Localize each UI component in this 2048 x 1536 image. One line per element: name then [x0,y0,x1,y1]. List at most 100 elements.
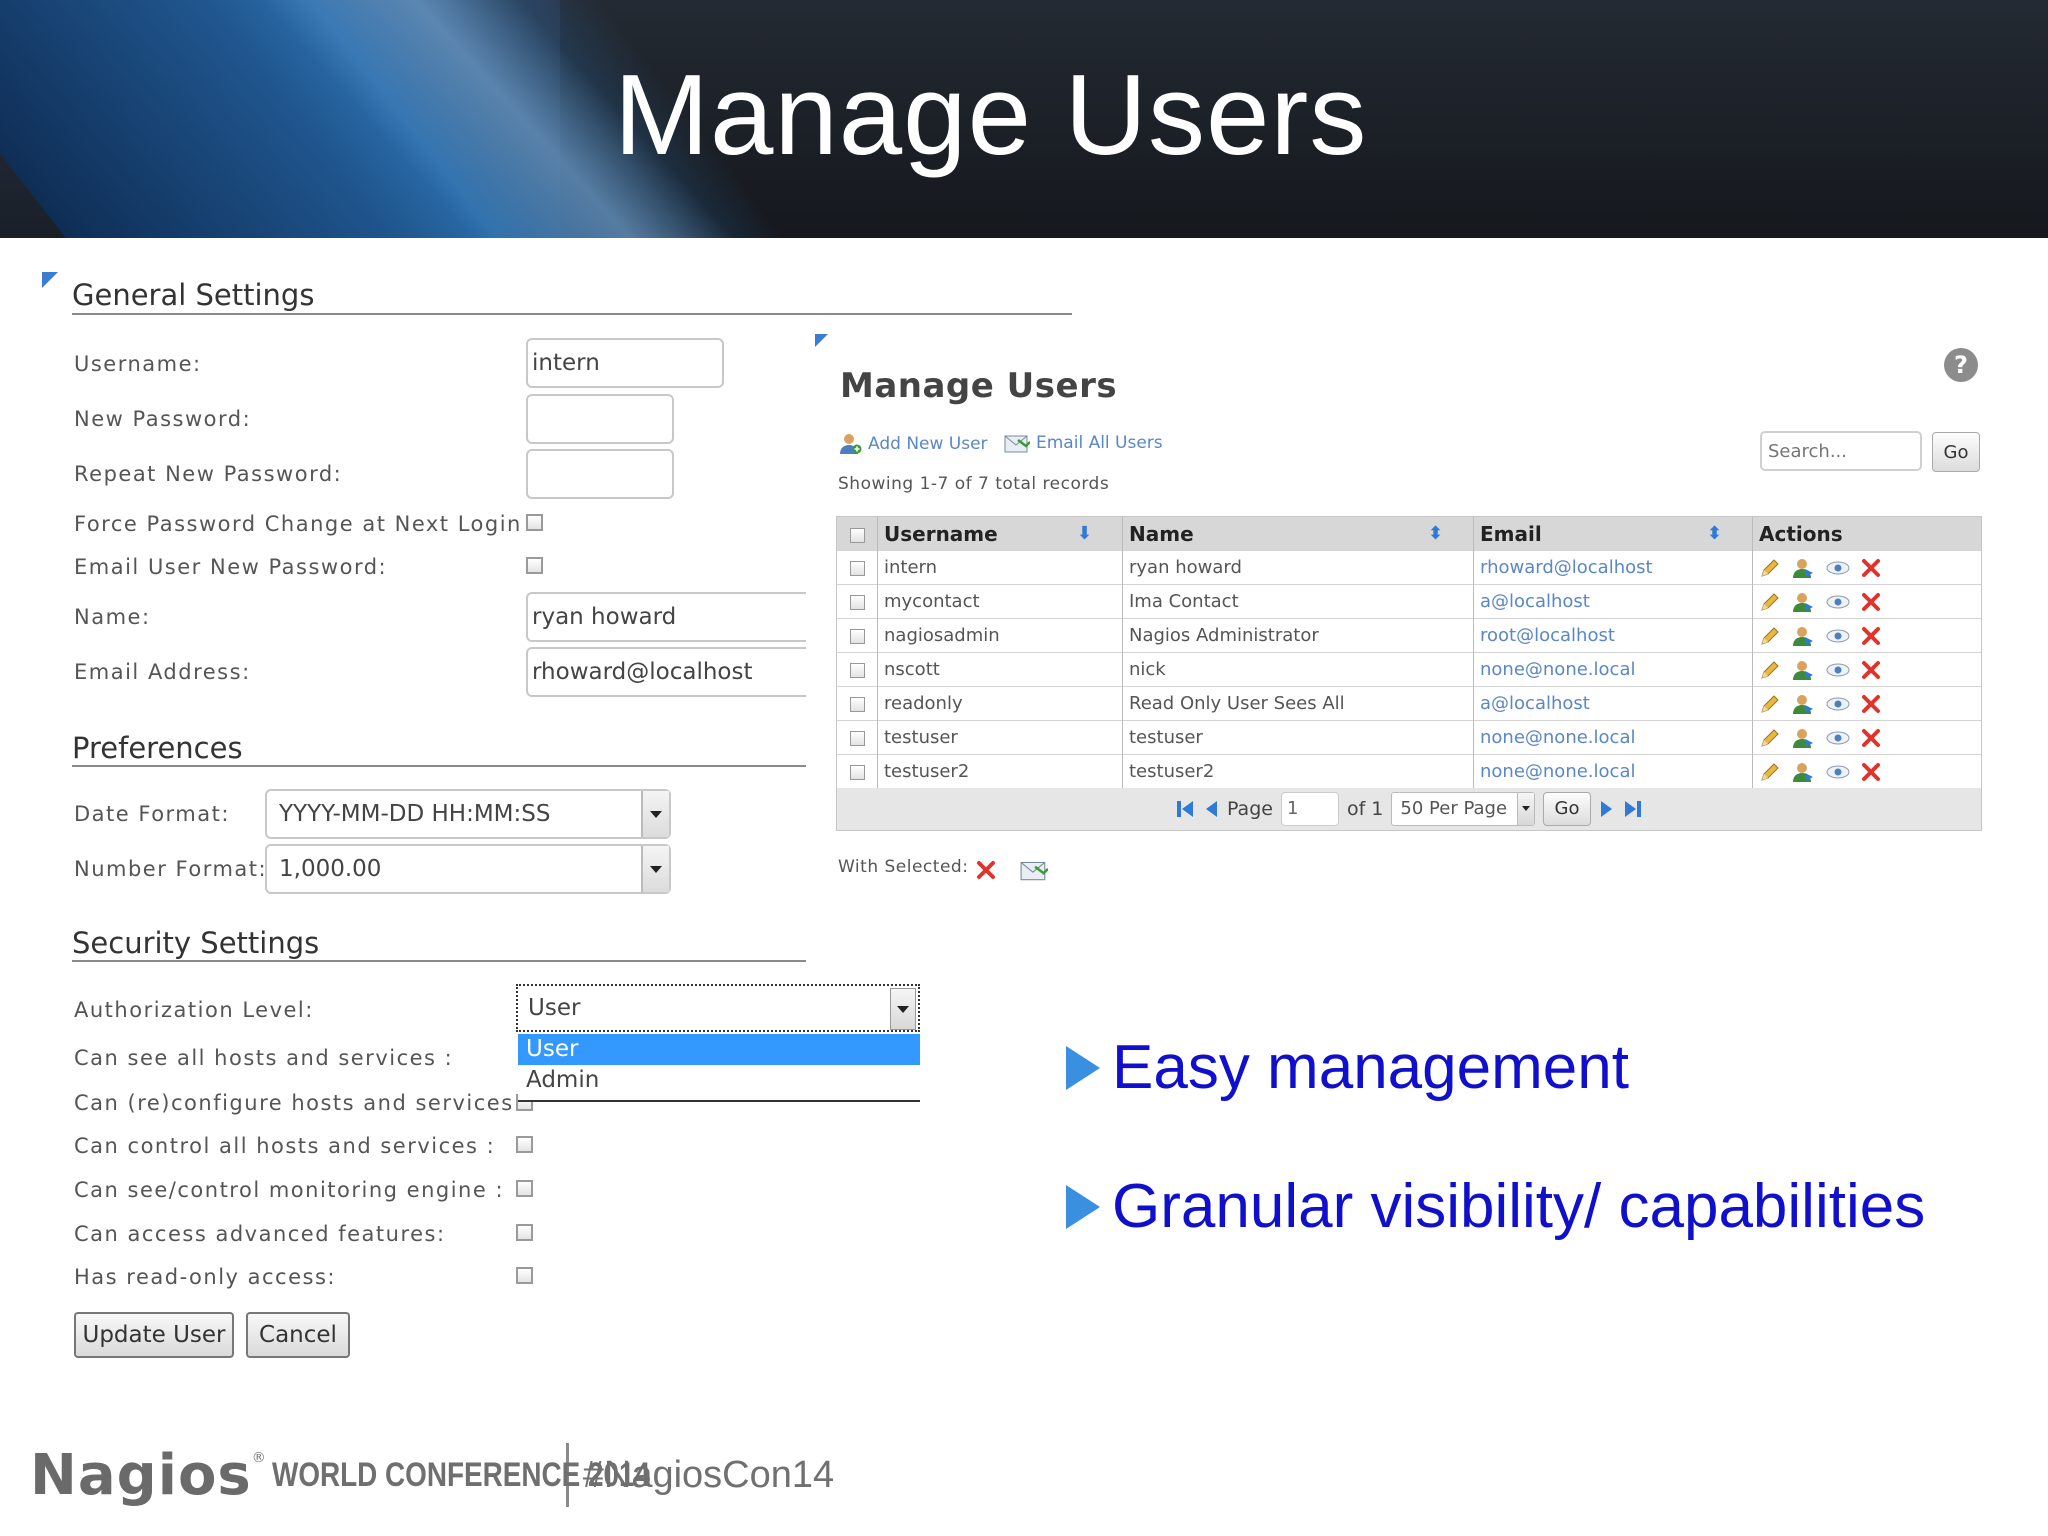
cell-email[interactable]: root@localhost [1473,618,1753,653]
sort-both-icon[interactable]: ⬍ [1428,523,1443,544]
first-page-icon[interactable] [1175,799,1195,819]
cell-email[interactable]: a@localhost [1473,686,1753,721]
cell-email[interactable]: a@localhost [1473,584,1753,619]
bullet-easy-management: Easy management [1066,1032,1629,1103]
masquerade-user-icon[interactable] [1791,761,1815,783]
cell-email[interactable]: none@none.local [1473,720,1753,755]
sort-both-icon[interactable]: ⬍ [1707,523,1722,544]
page-number-input[interactable]: 1 [1280,791,1339,826]
perm-advanced-checkbox[interactable] [516,1224,533,1241]
row-checkbox[interactable] [849,594,865,610]
table-row[interactable]: nscott nick none@none.local [837,652,1981,687]
edit-icon[interactable] [1759,761,1781,783]
delete-icon[interactable] [1861,728,1881,748]
search-input[interactable] [1760,431,1922,471]
select-all-cell [837,517,878,551]
perm-readonly-label: Has read-only access: [74,1265,336,1289]
column-email-label: Email [1480,521,1542,546]
view-eye-icon[interactable] [1825,627,1851,645]
masquerade-user-icon[interactable] [1791,727,1815,749]
view-eye-icon[interactable] [1825,559,1851,577]
table-row[interactable]: intern ryan howard rhoward@localhost [837,550,1981,585]
authorization-level-label: Authorization Level: [74,998,314,1022]
table-row[interactable]: readonly Read Only User Sees All a@local… [837,686,1981,721]
edit-icon[interactable] [1759,693,1781,715]
email-user-password-checkbox[interactable] [526,557,543,574]
perm-control-checkbox[interactable] [516,1136,533,1153]
add-new-user-link[interactable]: Add New User [838,432,988,456]
perm-control-label: Can control all hosts and services : [74,1134,496,1158]
per-page-select[interactable]: 50 Per Page [1391,791,1536,826]
edit-icon[interactable] [1759,557,1781,579]
delete-icon[interactable] [1861,558,1881,578]
row-checkbox[interactable] [849,730,865,746]
column-username[interactable]: Username ⬇ [877,517,1123,551]
last-page-icon[interactable] [1623,799,1643,819]
table-row[interactable]: nagiosadmin Nagios Administrator root@lo… [837,618,1981,653]
masquerade-user-icon[interactable] [1791,659,1815,681]
masquerade-user-icon[interactable] [1791,693,1815,715]
auth-option-admin[interactable]: Admin [518,1065,920,1096]
cancel-button[interactable]: Cancel [246,1312,350,1358]
email-address-field[interactable]: rhoward@localhost [526,647,806,697]
cell-actions [1752,584,1981,619]
row-checkbox[interactable] [849,764,865,780]
cell-email[interactable]: rhoward@localhost [1473,550,1753,585]
name-field[interactable]: ryan howard [526,592,806,642]
sort-down-icon[interactable]: ⬇ [1077,523,1092,544]
perm-engine-checkbox[interactable] [516,1180,533,1197]
delete-icon[interactable] [1861,694,1881,714]
perm-readonly-checkbox[interactable] [516,1267,533,1284]
email-selected-icon[interactable] [1020,858,1048,882]
authorization-level-select[interactable]: User [516,984,920,1032]
edit-icon[interactable] [1759,591,1781,613]
view-eye-icon[interactable] [1825,763,1851,781]
row-select-cell [837,652,878,687]
edit-icon[interactable] [1759,659,1781,681]
delete-selected-icon[interactable] [976,860,996,880]
table-row[interactable]: mycontact Ima Contact a@localhost [837,584,1981,619]
previous-page-icon[interactable] [1203,799,1219,819]
table-row[interactable]: testuser2 testuser2 none@none.local [837,754,1981,788]
row-checkbox[interactable] [849,696,865,712]
masquerade-user-icon[interactable] [1791,557,1815,579]
cell-name: nick [1122,652,1474,687]
select-all-checkbox[interactable] [849,527,865,543]
view-eye-icon[interactable] [1825,593,1851,611]
next-page-icon[interactable] [1599,799,1615,819]
pager-go-button[interactable]: Go [1543,791,1592,826]
column-email[interactable]: Email ⬍ [1473,517,1753,551]
view-eye-icon[interactable] [1825,695,1851,713]
force-change-checkbox[interactable] [526,514,543,531]
number-format-select[interactable]: 1,000.00 [265,844,671,894]
username-field[interactable]: intern [526,338,724,388]
table-row[interactable]: testuser testuser none@none.local [837,720,1981,755]
edit-icon[interactable] [1759,625,1781,647]
help-icon[interactable]: ? [1944,348,1978,382]
cell-email[interactable]: none@none.local [1473,754,1753,788]
masquerade-user-icon[interactable] [1791,591,1815,613]
date-format-select[interactable]: YYYY-MM-DD HH:MM:SS [265,789,671,839]
column-name[interactable]: Name ⬍ [1122,517,1474,551]
row-checkbox[interactable] [849,560,865,576]
cell-email[interactable]: none@none.local [1473,652,1753,687]
view-eye-icon[interactable] [1825,729,1851,747]
repeat-password-field[interactable] [526,449,674,499]
edit-icon[interactable] [1759,727,1781,749]
conference-name: WORLD CONFERENCE 2014 [271,1455,650,1494]
cell-username: intern [877,550,1123,585]
new-password-field[interactable] [526,394,674,444]
delete-icon[interactable] [1861,762,1881,782]
masquerade-user-icon[interactable] [1791,625,1815,647]
row-checkbox[interactable] [849,662,865,678]
auth-option-user[interactable]: User [518,1034,920,1065]
view-eye-icon[interactable] [1825,661,1851,679]
row-checkbox[interactable] [849,628,865,644]
delete-icon[interactable] [1861,626,1881,646]
delete-icon[interactable] [1861,660,1881,680]
email-all-users-link[interactable]: Email All Users [1004,432,1163,454]
delete-icon[interactable] [1861,592,1881,612]
update-user-button[interactable]: Update User [74,1312,234,1358]
name-label: Name: [74,605,151,629]
search-go-button[interactable]: Go [1932,432,1980,472]
